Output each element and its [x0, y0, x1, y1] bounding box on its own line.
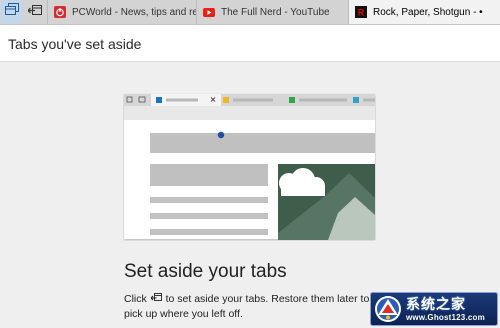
- description-text-before: Click: [124, 293, 147, 305]
- youtube-favicon: [203, 6, 215, 18]
- tabs-aside-icon: [5, 3, 19, 21]
- pcworld-favicon: [54, 6, 66, 18]
- watermark-title: 系统之家: [406, 296, 466, 312]
- page-title: Tabs you've set aside: [8, 36, 142, 52]
- set-aside-button[interactable]: [24, 0, 46, 24]
- tab-pcworld[interactable]: PCWorld - News, tips and re: [47, 0, 196, 24]
- tab-title: The Full Nerd - YouTube: [221, 6, 330, 18]
- empty-state-headline: Set aside your tabs: [124, 261, 287, 282]
- rps-favicon: R: [355, 6, 367, 18]
- empty-state-description: Click to set aside your tabs. Restore th…: [124, 292, 374, 321]
- tabs-aside-button[interactable]: [1, 0, 23, 24]
- tab-rock-paper-shotgun[interactable]: R Rock, Paper, Shotgun - •: [348, 0, 500, 24]
- svg-text:R: R: [358, 8, 365, 18]
- set-aside-icon: [149, 293, 162, 307]
- tab-youtube[interactable]: The Full Nerd - YouTube: [196, 0, 348, 24]
- watermark-logo: [375, 296, 401, 322]
- site-watermark: 系统之家 www.Ghost123.com: [370, 292, 498, 326]
- tabs-aside-header: Tabs you've set aside: [0, 25, 500, 62]
- tab-title: Rock, Paper, Shotgun - •: [373, 6, 483, 18]
- set-aside-icon: [27, 3, 42, 21]
- watermark-url: www.Ghost123.com: [406, 313, 485, 322]
- browser-illustration: [124, 94, 375, 240]
- tab-title: PCWorld - News, tips and re: [72, 6, 196, 18]
- tab-strip: PCWorld - News, tips and re The Full Ner…: [0, 0, 500, 25]
